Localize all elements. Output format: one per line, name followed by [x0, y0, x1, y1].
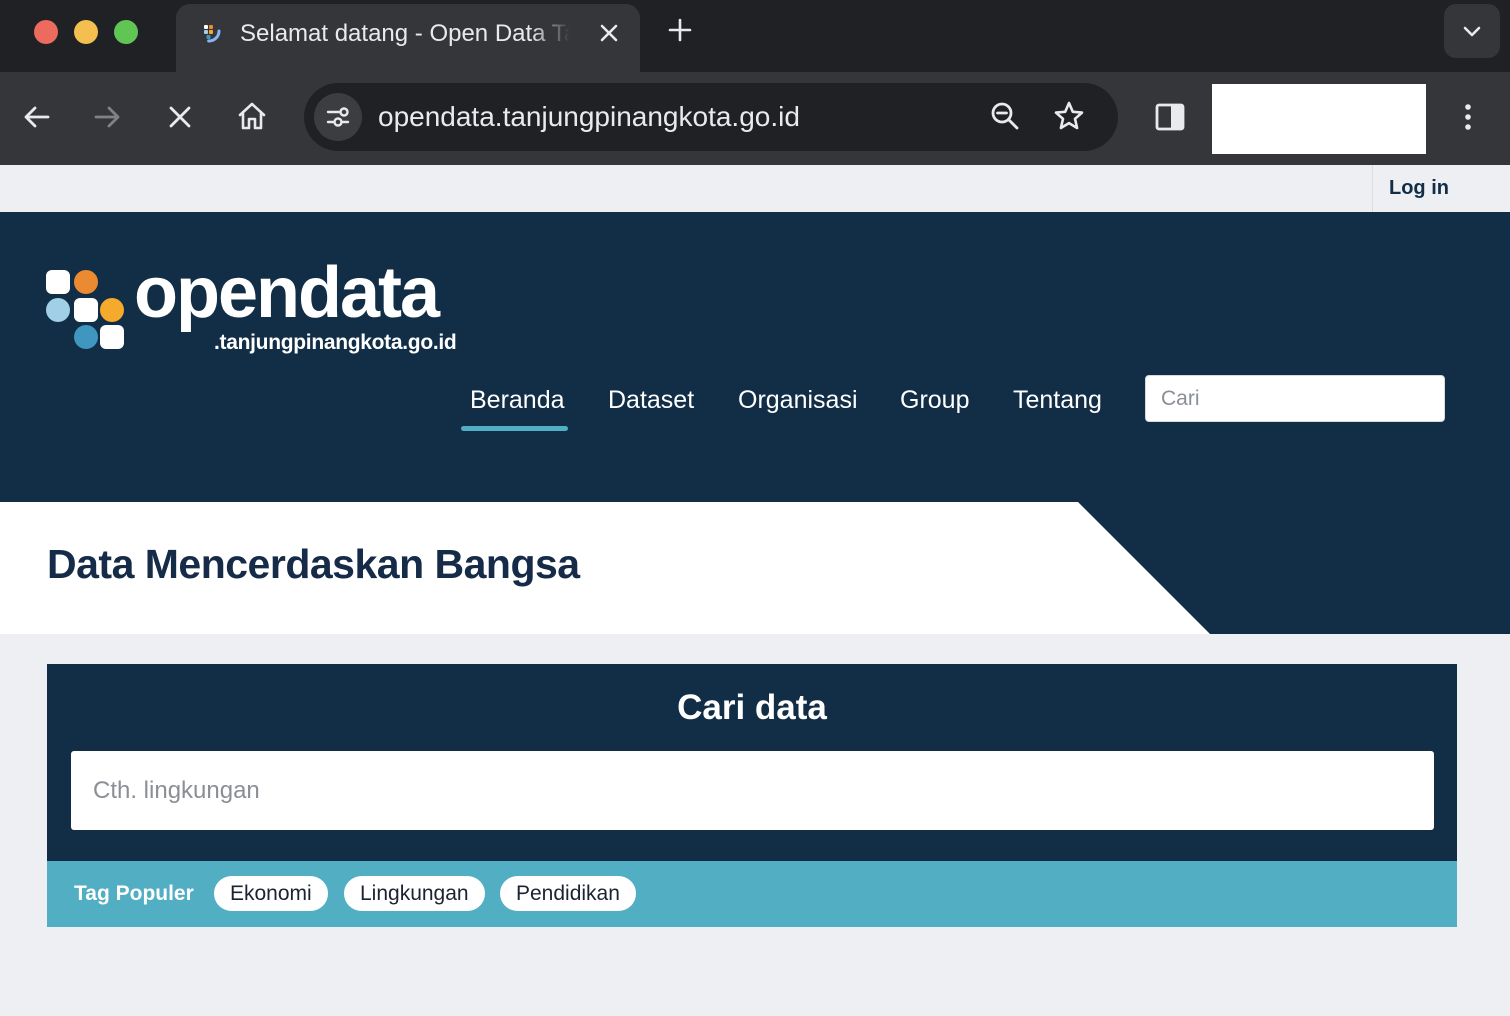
profile-area[interactable]	[1212, 84, 1426, 154]
home-icon[interactable]	[235, 99, 269, 133]
url-text[interactable]: opendata.tanjungpinangkota.go.id	[378, 99, 800, 135]
account-bar: Log in	[0, 165, 1510, 212]
side-panel-icon[interactable]	[1153, 100, 1187, 134]
loading-spinner-icon	[197, 19, 221, 43]
search-panel-title: Cari data	[677, 688, 827, 727]
logo-domain: .tanjungpinangkota.go.id	[214, 331, 457, 354]
arrow-left-icon[interactable]	[20, 100, 54, 134]
active-nav-indicator	[461, 426, 568, 431]
nav-item-group[interactable]: Group	[900, 382, 969, 422]
tag-ekonomi[interactable]: Ekonomi	[214, 876, 328, 911]
nav-item-tentang[interactable]: Tentang	[1013, 382, 1102, 422]
tune-icon	[326, 107, 350, 127]
browser-toolbar: opendata.tanjungpinangkota.go.id	[0, 72, 1510, 165]
nav-item-organisasi[interactable]: Organisasi	[738, 382, 858, 422]
kebab-menu-icon[interactable]	[1451, 100, 1485, 134]
dataset-search-panel: Cari data	[47, 664, 1457, 861]
login-link[interactable]: Log in	[1372, 165, 1510, 212]
popular-tags-bar: Tag Populer Ekonomi Lingkungan Pendidika…	[47, 861, 1457, 927]
hero-title: Data Mencerdaskan Bangsa	[47, 541, 580, 587]
window-minimize-button[interactable]	[74, 20, 98, 44]
close-icon[interactable]	[163, 100, 197, 134]
tag-pendidikan[interactable]: Pendidikan	[500, 876, 636, 911]
main-nav: Beranda Dataset Organisasi Group Tentang	[0, 372, 1120, 436]
new-tab-icon[interactable]	[664, 14, 696, 46]
site-info-button[interactable]	[314, 93, 362, 141]
arrow-right-icon[interactable]	[90, 100, 124, 134]
tab-search-button[interactable]	[1444, 4, 1500, 58]
zoom-out-icon[interactable]	[988, 99, 1022, 133]
logo-mark-icon	[46, 270, 124, 349]
window-close-button[interactable]	[34, 20, 58, 44]
hero-banner: Data Mencerdaskan Bangsa	[0, 502, 1510, 634]
browser-tab[interactable]: Selamat datang - Open Data Tanjungpinang	[176, 4, 640, 72]
chevron-down-icon	[1463, 26, 1481, 37]
tab-title: Selamat datang - Open Data Tanjungpinang	[240, 20, 570, 47]
window-maximize-button[interactable]	[114, 20, 138, 44]
tab-close-icon[interactable]	[594, 18, 624, 48]
dataset-search-input[interactable]	[71, 751, 1434, 830]
header-search-input[interactable]	[1145, 375, 1445, 422]
star-icon[interactable]	[1052, 99, 1086, 133]
address-bar[interactable]: opendata.tanjungpinangkota.go.id	[304, 83, 1118, 151]
nav-item-dataset[interactable]: Dataset	[608, 382, 694, 422]
popular-tags-label: Tag Populer	[74, 882, 194, 905]
nav-item-beranda[interactable]: Beranda	[470, 382, 565, 422]
site-logo[interactable]: opendata .tanjungpinangkota.go.id	[46, 253, 476, 360]
masthead: opendata .tanjungpinangkota.go.id Berand…	[0, 212, 1510, 502]
logo-wordmark: opendata	[134, 253, 440, 333]
tag-lingkungan[interactable]: Lingkungan	[344, 876, 485, 911]
browser-tab-bar: Selamat datang - Open Data Tanjungpinang	[0, 0, 1510, 72]
